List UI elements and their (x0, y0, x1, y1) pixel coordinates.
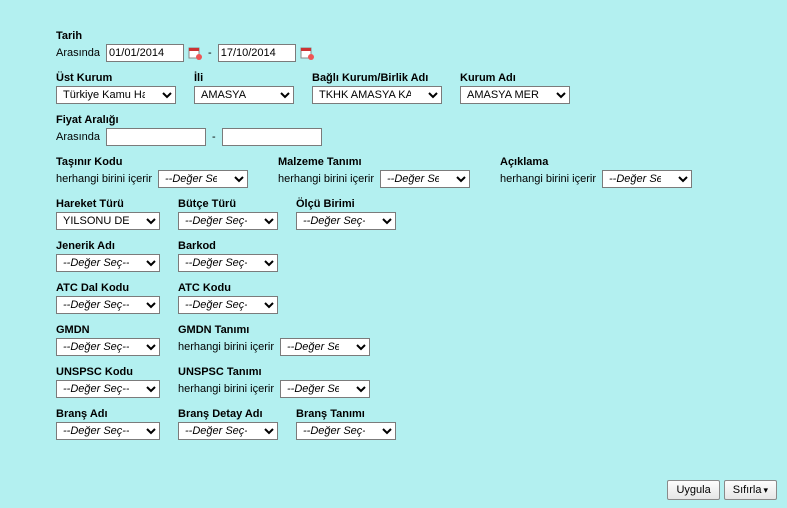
contains-label: herhangi birini içerir (178, 383, 274, 395)
bransadi-label: Branş Adı (56, 408, 160, 420)
ustkurum-label: Üst Kurum (56, 72, 176, 84)
kurumadi-label: Kurum Adı (460, 72, 570, 84)
tasinir-select[interactable]: --Değer Seç-- (158, 170, 248, 188)
uygula-button[interactable]: Uygula (667, 480, 719, 500)
butce-label: Bütçe Türü (178, 198, 278, 210)
unspsctanimi-label: UNSPSC Tanımı (178, 366, 370, 378)
branstanimi-label: Branş Tanımı (296, 408, 396, 420)
fiyat-label: Fiyat Aralığı (56, 114, 322, 126)
bagli-label: Bağlı Kurum/Birlik Adı (312, 72, 442, 84)
contains-label: herhangi birini içerir (500, 173, 596, 185)
date-to-input[interactable] (218, 44, 296, 62)
tarih-label: Tarih (56, 30, 314, 42)
filter-panel: Tarih Arasında - Üst Kurum Türkiye Kamu … (0, 0, 787, 508)
atckodu-select[interactable]: --Değer Seç-- (178, 296, 278, 314)
atcdal-label: ATC Dal Kodu (56, 282, 160, 294)
chevron-down-icon: ▾ (763, 485, 768, 495)
atcdal-select[interactable]: --Değer Seç-- (56, 296, 160, 314)
hareket-label: Hareket Türü (56, 198, 160, 210)
butce-select[interactable]: --Değer Seç-- (178, 212, 278, 230)
kurumadi-select[interactable]: AMASYA MERZİF (460, 86, 570, 104)
calendar-icon[interactable] (300, 46, 314, 60)
gmdn-select[interactable]: --Değer Seç-- (56, 338, 160, 356)
fiyat-to-input[interactable] (222, 128, 322, 146)
unspsctanimi-select[interactable]: --Değer Seç-- (280, 380, 370, 398)
olcu-label: Ölçü Birimi (296, 198, 396, 210)
gmdntanimi-label: GMDN Tanımı (178, 324, 370, 336)
unspsckodu-label: UNSPSC Kodu (56, 366, 160, 378)
ustkurum-select[interactable]: Türkiye Kamu Hastar (56, 86, 176, 104)
atckodu-label: ATC Kodu (178, 282, 278, 294)
ili-select[interactable]: AMASYA (194, 86, 294, 104)
bransdetay-select[interactable]: --Değer Seç-- (178, 422, 278, 440)
contains-label: herhangi birini içerir (278, 173, 374, 185)
malzeme-select[interactable]: --Değer Seç-- (380, 170, 470, 188)
arasinda-label: Arasında (56, 47, 100, 59)
dash-separator: - (212, 131, 216, 143)
tasinir-label: Taşınır Kodu (56, 156, 248, 168)
gmdn-label: GMDN (56, 324, 160, 336)
contains-label: herhangi birini içerir (178, 341, 274, 353)
fiyat-arasinda-label: Arasında (56, 131, 100, 143)
malzeme-label: Malzeme Tanımı (278, 156, 470, 168)
ili-label: İli (194, 72, 294, 84)
aciklama-select[interactable]: --Değer Seç-- (602, 170, 692, 188)
fiyat-from-input[interactable] (106, 128, 206, 146)
gmdntanimi-select[interactable]: --Değer Seç-- (280, 338, 370, 356)
calendar-icon[interactable] (188, 46, 202, 60)
date-from-input[interactable] (106, 44, 184, 62)
bagli-select[interactable]: TKHK AMASYA KAML (312, 86, 442, 104)
bransdetay-label: Branş Detay Adı (178, 408, 278, 420)
sifirla-button[interactable]: Sıfırla▾ (724, 480, 777, 500)
olcu-select[interactable]: --Değer Seç-- (296, 212, 396, 230)
barkod-label: Barkod (178, 240, 278, 252)
branstanimi-select[interactable]: --Değer Seç-- (296, 422, 396, 440)
aciklama-label: Açıklama (500, 156, 692, 168)
unspsckodu-select[interactable]: --Değer Seç-- (56, 380, 160, 398)
jenerik-label: Jenerik Adı (56, 240, 160, 252)
jenerik-select[interactable]: --Değer Seç-- (56, 254, 160, 272)
hareket-select[interactable]: YILSONU DEVRİ (56, 212, 160, 230)
dash-separator: - (208, 47, 212, 59)
bransadi-select[interactable]: --Değer Seç-- (56, 422, 160, 440)
contains-label: herhangi birini içerir (56, 173, 152, 185)
barkod-select[interactable]: --Değer Seç-- (178, 254, 278, 272)
